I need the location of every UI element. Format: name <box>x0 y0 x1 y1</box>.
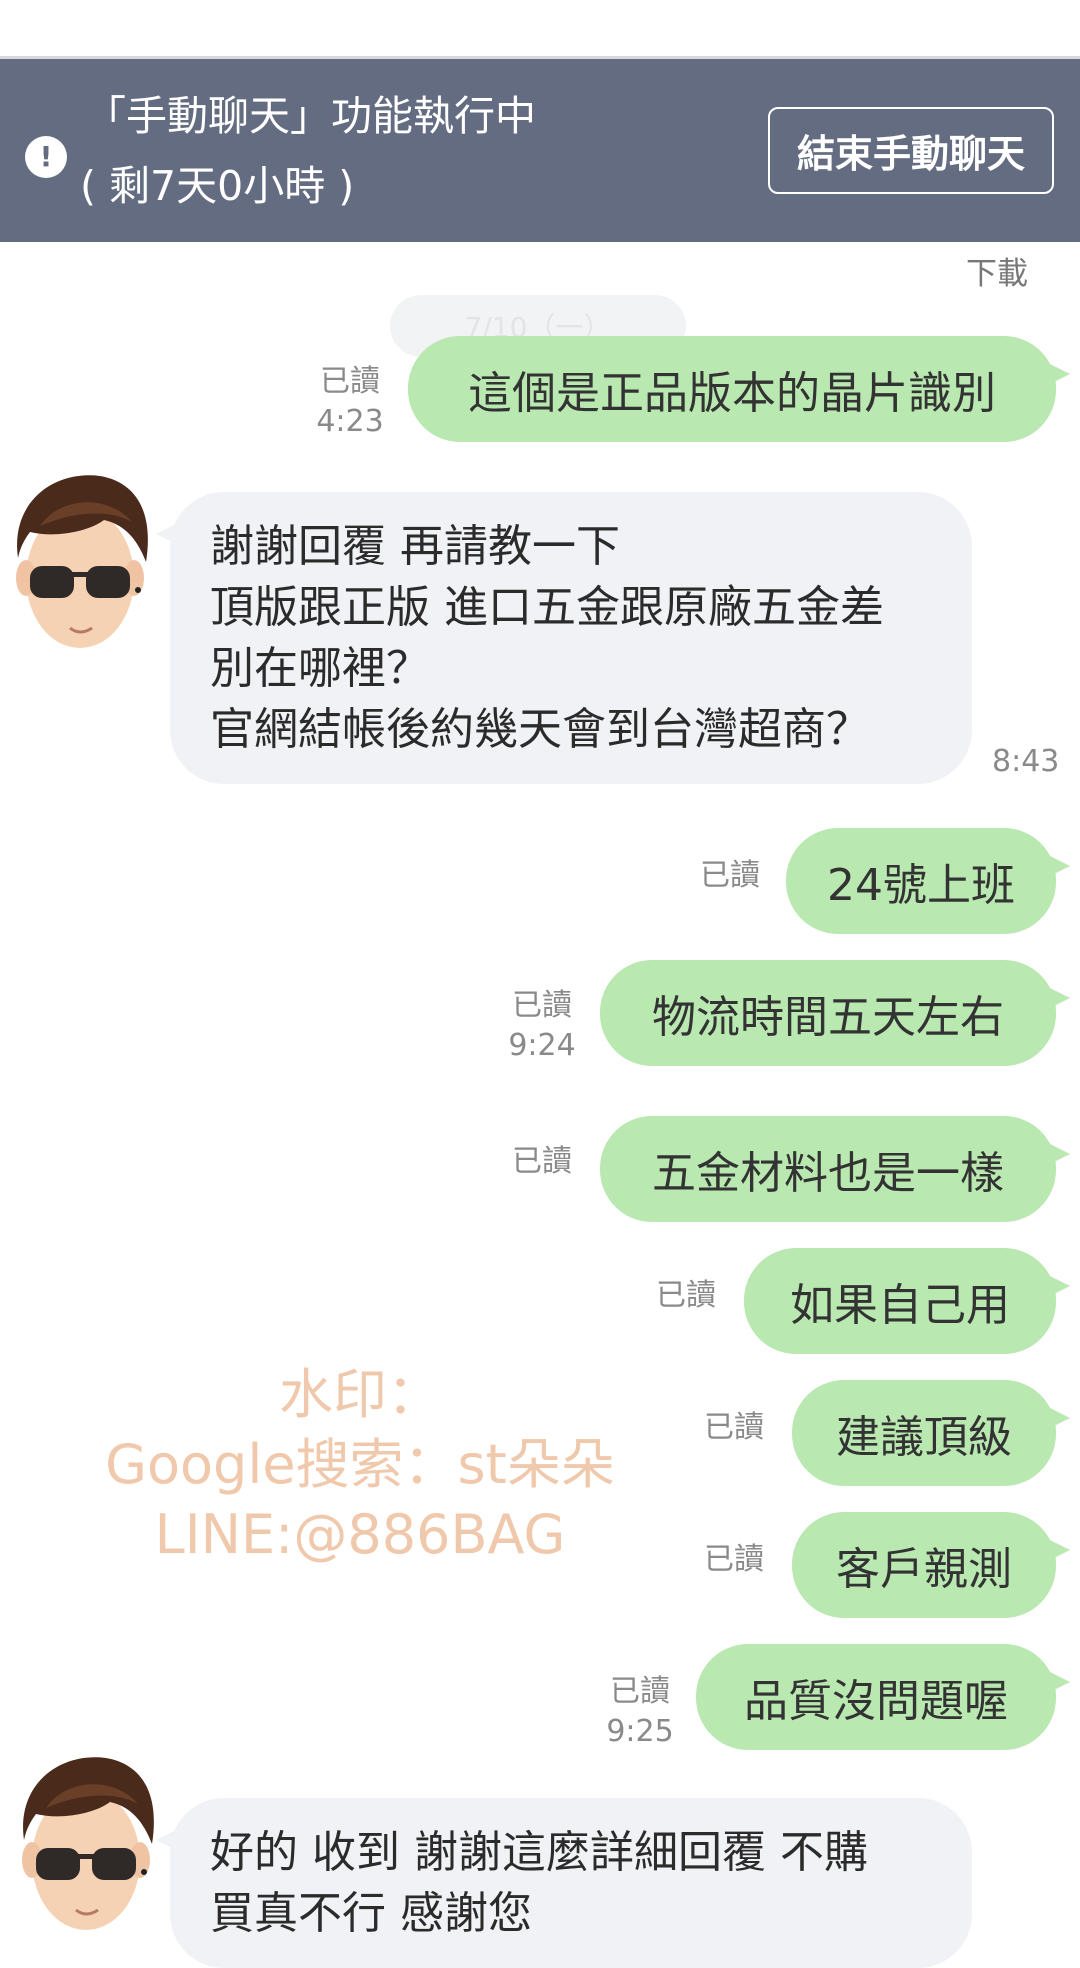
watermark-line: Google搜索：st朵朵 <box>105 1433 615 1496</box>
outgoing-message-bubble[interactable]: 如果自己用 <box>744 1248 1070 1354</box>
read-receipt: 已讀 <box>512 988 572 1023</box>
message-meta: 已讀 <box>646 1276 726 1316</box>
message-time: 4:23 <box>316 404 384 439</box>
contact-avatar[interactable] <box>10 1748 162 1948</box>
manual-chat-banner: ! 「手動聊天」功能執行中 ( 剩7天0小時 ) 結束手動聊天 <box>0 59 1080 242</box>
top-status-strip <box>0 0 1080 59</box>
read-receipt: 已讀 <box>704 1542 764 1577</box>
message-meta: 已讀 9:25 <box>600 1672 680 1752</box>
message-line: 官網結帳後約幾天會到台灣超商？ <box>210 704 870 755</box>
read-receipt: 已讀 <box>700 858 760 893</box>
incoming-message-bubble[interactable]: 好的 收到 謝謝這麼詳細回覆 不購 買真不行 感謝您 <box>156 1798 972 1968</box>
outgoing-message-bubble[interactable]: 這個是正品版本的晶片識別 <box>408 336 1070 442</box>
message-time: 8:43 <box>992 744 1060 779</box>
incoming-message-bubble[interactable]: 謝謝回覆 再請教一下 頂版跟正版 進口五金跟原廠五金差 別在哪裡？ 官網結帳後約… <box>156 492 972 784</box>
message-meta: 已讀 4:23 <box>310 362 390 442</box>
watermark-line: 水印： <box>279 1363 441 1426</box>
contact-avatar[interactable] <box>4 466 156 666</box>
message-line: 好的 收到 謝謝這麼詳細回覆 不購 <box>210 1827 868 1878</box>
message-line: 買真不行 感謝您 <box>210 1888 532 1939</box>
read-receipt: 已讀 <box>656 1278 716 1313</box>
message-time: 9:24 <box>508 1028 576 1063</box>
read-receipt: 已讀 <box>704 1410 764 1445</box>
download-link[interactable]: 下載 <box>966 248 1028 293</box>
read-receipt: 已讀 <box>320 364 380 399</box>
message-time: 9:25 <box>606 1714 674 1749</box>
alert-icon: ! <box>25 136 67 178</box>
watermark-line: LINE:@886BAG <box>154 1503 566 1566</box>
message-meta: 已讀 9:24 <box>502 986 582 1066</box>
outgoing-message-bubble[interactable]: 建議頂級 <box>792 1380 1070 1486</box>
banner-title: 「手動聊天」功能執行中 <box>85 92 536 140</box>
end-manual-chat-button[interactable]: 結束手動聊天 <box>768 107 1054 194</box>
read-receipt: 已讀 <box>610 1674 670 1709</box>
banner-remaining-time: ( 剩7天0小時 ) <box>80 162 355 210</box>
read-receipt: 已讀 <box>512 1144 572 1179</box>
outgoing-message-bubble[interactable]: 五金材料也是一樣 <box>600 1116 1070 1222</box>
watermark: 水印： Google搜索：st朵朵 LINE:@886BAG <box>80 1360 640 1570</box>
outgoing-message-bubble[interactable]: 物流時間五天左右 <box>600 960 1070 1066</box>
message-meta: 已讀 <box>690 856 770 896</box>
outgoing-message-bubble[interactable]: 24號上班 <box>786 828 1070 934</box>
message-line: 謝謝回覆 再請教一下 <box>210 521 620 572</box>
message-meta: 已讀 <box>502 1142 582 1182</box>
outgoing-message-bubble[interactable]: 品質沒問題喔 <box>696 1644 1070 1750</box>
message-line: 頂版跟正版 進口五金跟原廠五金差 <box>210 582 884 633</box>
message-meta: 已讀 <box>694 1408 774 1448</box>
message-line: 別在哪裡？ <box>210 643 430 694</box>
outgoing-message-bubble[interactable]: 客戶親測 <box>792 1512 1070 1618</box>
message-meta: 已讀 <box>694 1540 774 1580</box>
